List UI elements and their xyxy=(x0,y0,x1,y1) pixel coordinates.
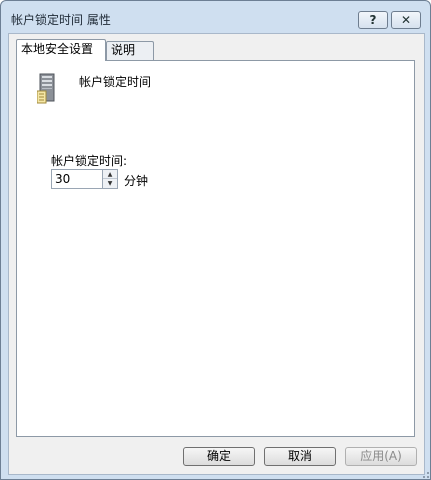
arrow-up-icon: ▲ xyxy=(107,171,113,178)
spin-up-button[interactable]: ▲ xyxy=(103,170,117,179)
unit-label: 分钟 xyxy=(124,174,149,188)
properties-dialog: 帐户锁定时间 属性 ? ✕ 本地安全设置 说明 帐户锁定时间 帐户锁定时间: 3… xyxy=(0,0,431,480)
close-icon: ✕ xyxy=(400,13,412,27)
tab-explain[interactable]: 说明 xyxy=(106,41,154,60)
tab-panel: 帐户锁定时间 帐户锁定时间: ▲ ▼ 分钟 xyxy=(16,60,415,437)
title-bar[interactable]: 帐户锁定时间 属性 ? ✕ xyxy=(1,1,430,33)
help-button[interactable]: ? xyxy=(358,11,388,29)
tab-local-security-setting[interactable]: 本地安全设置 xyxy=(16,39,106,61)
lockout-duration-label: 帐户锁定时间: xyxy=(51,154,128,168)
ok-button[interactable]: 确定 xyxy=(183,447,255,466)
tab-label: 说明 xyxy=(111,43,136,57)
arrow-down-icon: ▼ xyxy=(107,180,113,187)
question-mark-icon: ? xyxy=(369,13,377,27)
server-computer-icon xyxy=(37,73,55,104)
spin-down-button[interactable]: ▼ xyxy=(103,179,117,188)
tab-label: 本地安全设置 xyxy=(21,42,94,56)
cancel-button[interactable]: 取消 xyxy=(264,447,336,466)
close-button[interactable]: ✕ xyxy=(391,11,421,29)
policy-title: 帐户锁定时间 xyxy=(79,75,152,89)
lockout-duration-input[interactable] xyxy=(51,169,103,189)
lockout-duration-spinner: ▲ ▼ xyxy=(102,169,118,189)
apply-button[interactable]: 应用(A) xyxy=(345,447,417,466)
resize-grip-icon[interactable] xyxy=(418,467,430,479)
dialog-client-area: 本地安全设置 说明 帐户锁定时间 帐户锁定时间: ▲ xyxy=(8,33,425,475)
window-title: 帐户锁定时间 属性 xyxy=(11,13,111,27)
